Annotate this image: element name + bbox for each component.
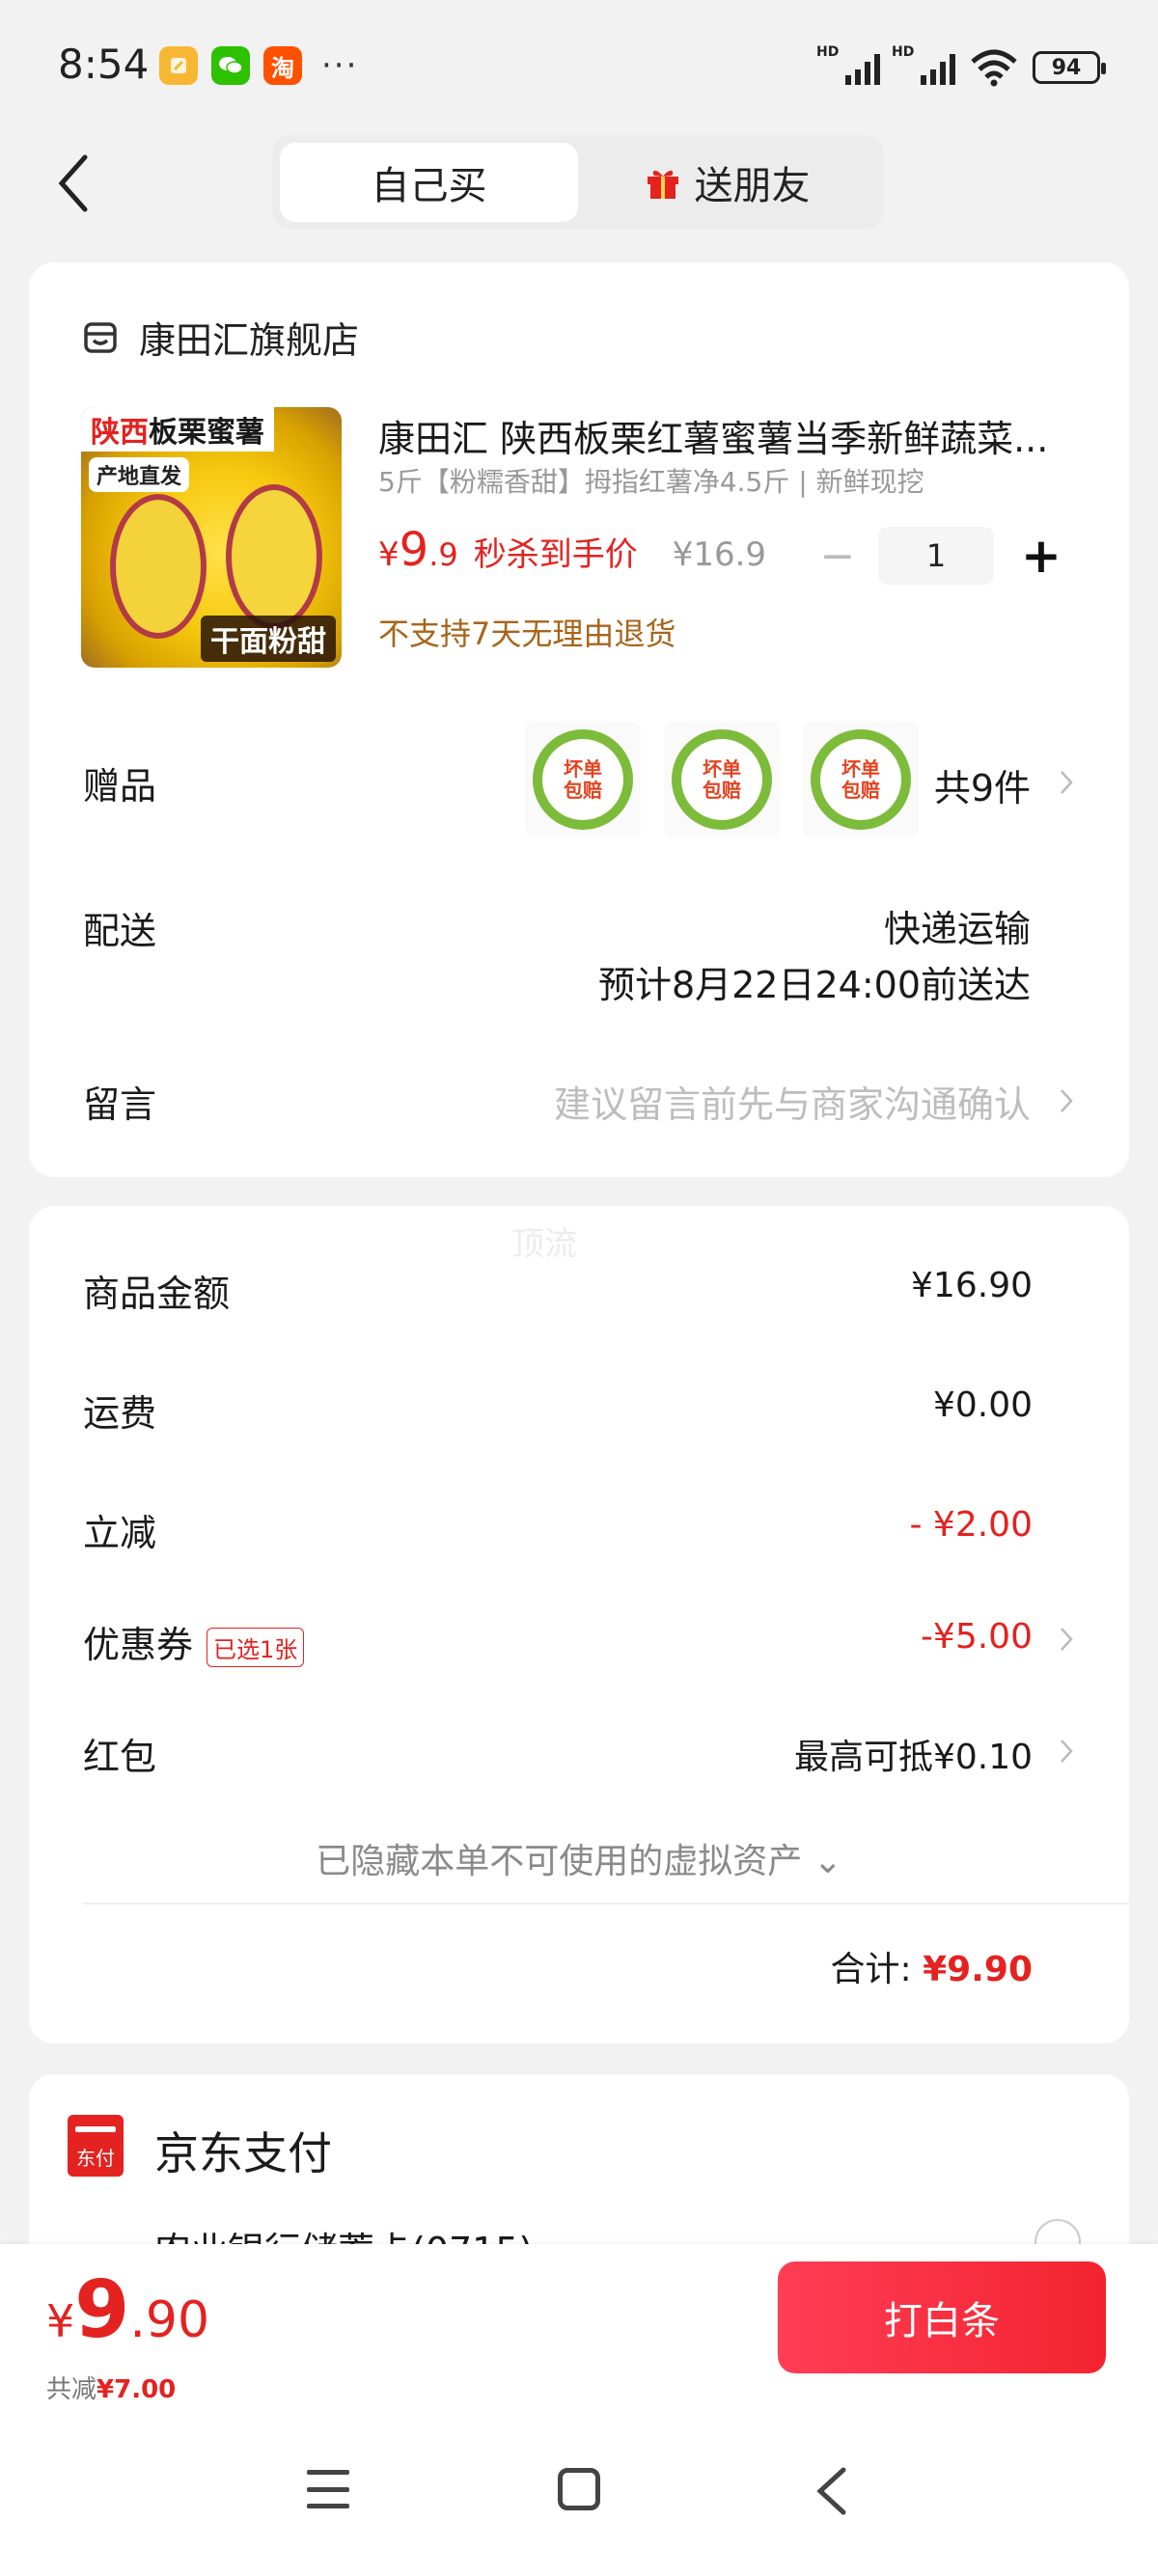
flash-sale-price: ¥9.9 — [378, 523, 458, 577]
order-total: 合计: ¥9.90 — [831, 1941, 1033, 1991]
tab-gift-to-friend[interactable]: 送朋友 — [578, 143, 876, 222]
quantity-decrease-button[interactable]: − — [818, 532, 857, 581]
product-price-row: ¥9.9 秒杀到手价 ¥16.9 — [378, 523, 766, 577]
shipping-fee-value: ¥0.00 — [932, 1385, 1033, 1425]
total-value: ¥9.90 — [923, 1950, 1033, 1989]
purchase-mode-toggle: 自己买 送朋友 — [272, 135, 884, 230]
system-back-button[interactable] — [813, 2466, 851, 2516]
coupon-row[interactable]: 优惠券 已选1张 — [83, 1615, 305, 1668]
product-image-tag: 产地直发 — [89, 457, 190, 492]
status-app-icons: 淘 ··· — [159, 46, 358, 85]
shipping-fee-label: 运费 — [83, 1392, 157, 1435]
gift-thumbnails[interactable]: 坏单 包赔 坏单 包赔 坏单 包赔 — [525, 722, 919, 837]
tab-buy-for-self[interactable]: 自己买 — [280, 143, 578, 222]
wechat-icon — [211, 46, 250, 85]
signal-icon: HD — [816, 44, 880, 85]
goods-amount-value: ¥16.90 — [911, 1266, 1033, 1305]
recent-apps-button[interactable] — [307, 2470, 349, 2508]
gift-item[interactable]: 坏单 包赔 — [664, 722, 780, 837]
sweet-potato-half-left — [110, 494, 207, 639]
quantity-stepper: − 1 + — [818, 527, 1065, 585]
instant-discount-value: - ¥2.00 — [909, 1505, 1034, 1545]
back-button[interactable] — [56, 150, 104, 217]
watermark: 顶流 — [511, 1225, 577, 1264]
product-spec[interactable]: 5斤【粉糯香甜】拇指红薯净4.5斤 | 新鲜现挖 — [378, 461, 1092, 500]
jd-pay-logo-icon: 东付 — [68, 2115, 124, 2177]
quantity-value[interactable]: 1 — [878, 527, 994, 585]
message-input[interactable]: 建议留言前先与商家沟通确认 — [554, 1075, 1031, 1128]
red-packet-label: 红包 — [83, 1736, 157, 1778]
flash-sale-label: 秒杀到手价 — [473, 535, 638, 574]
product-image[interactable]: 陕西 板栗蜜薯 产地直发 干面粉甜 — [81, 407, 342, 668]
payment-method-title: 京东支付 — [154, 2127, 332, 2179]
coupon-value[interactable]: -¥5.00 — [921, 1617, 1033, 1657]
total-savings: 共减¥7.00 — [46, 2375, 177, 2404]
status-time: 8:54 — [58, 41, 150, 88]
battery-indicator: 94 — [1033, 51, 1106, 84]
more-notifications-icon: ··· — [321, 46, 359, 85]
home-button[interactable] — [558, 2468, 600, 2510]
quantity-increase-button[interactable]: + — [1017, 528, 1065, 584]
notes-app-icon — [159, 46, 198, 85]
gift-label: 赠品 — [83, 765, 157, 808]
store-link[interactable]: 康田汇旗舰店 — [83, 311, 359, 364]
checkout-total: ¥9.90 — [46, 2264, 210, 2356]
product-title[interactable]: 康田汇 陕西板栗红薯蜜薯当季新鲜蔬菜... — [378, 409, 1092, 462]
wifi-icon — [971, 49, 1017, 87]
store-icon — [84, 321, 117, 353]
checkout-bar: ¥9.90 共减¥7.00 打白条 — [0, 2244, 1158, 2576]
delivery-label: 配送 — [83, 910, 157, 952]
taobao-icon: 淘 — [263, 46, 302, 85]
product-image-caption: 干面粉甜 — [201, 616, 336, 662]
divider — [83, 1903, 1129, 1905]
gift-count[interactable]: 共9件 — [934, 758, 1031, 811]
chevron-right-icon[interactable] — [1060, 770, 1073, 795]
message-label: 留言 — [83, 1083, 157, 1126]
price-detail-card: 顶流 商品金额 ¥16.90 运费 ¥0.00 立减 - ¥2.00 优惠券 已选… — [29, 1206, 1129, 2043]
gift-item[interactable]: 坏单 包赔 — [803, 722, 919, 837]
signal-icon-2: HD — [892, 44, 955, 85]
sweet-potato-half-right — [226, 484, 322, 629]
pay-with-baitiao-button[interactable]: 打白条 — [778, 2261, 1106, 2373]
product-image-banner: 陕西 板栗蜜薯 — [81, 407, 274, 452]
coupon-selected-badge: 已选1张 — [207, 1628, 305, 1667]
delivery-eta: 预计8月22日24:00前送达 — [597, 964, 1031, 1006]
total-label: 合计: — [830, 1950, 924, 1989]
status-bar: 8:54 淘 ··· HD HD 94 — [0, 0, 1158, 135]
gift-item[interactable]: 坏单 包赔 — [525, 722, 641, 837]
chevron-left-icon — [58, 154, 88, 212]
chevron-right-icon[interactable] — [1060, 1627, 1073, 1652]
instant-discount-label: 立减 — [83, 1512, 157, 1554]
tab-gift-label: 送朋友 — [694, 164, 811, 208]
delivery-method: 快递运输 — [883, 908, 1031, 950]
red-packet-value[interactable]: 最高可抵¥0.10 — [794, 1729, 1033, 1779]
original-price: ¥16.9 — [672, 535, 767, 574]
chevron-right-icon[interactable] — [1060, 1088, 1073, 1113]
store-name: 康田汇旗舰店 — [139, 319, 360, 362]
return-policy-notice: 不支持7天无理由退货 — [378, 616, 676, 652]
order-card: 康田汇旗舰店 陕西 板栗蜜薯 产地直发 干面粉甜 康田汇 陕西板栗红薯蜜薯当季新鲜… — [29, 262, 1129, 1177]
goods-amount-label: 商品金额 — [83, 1273, 231, 1315]
coupon-label: 优惠券 — [83, 1624, 194, 1666]
gift-icon — [647, 170, 678, 199]
hidden-assets-toggle[interactable]: 已隐藏本单不可使用的虚拟资产 ⌄ — [29, 1833, 1129, 1883]
status-indicators: HD HD 94 — [816, 44, 1106, 87]
chevron-right-icon[interactable] — [1060, 1739, 1073, 1764]
